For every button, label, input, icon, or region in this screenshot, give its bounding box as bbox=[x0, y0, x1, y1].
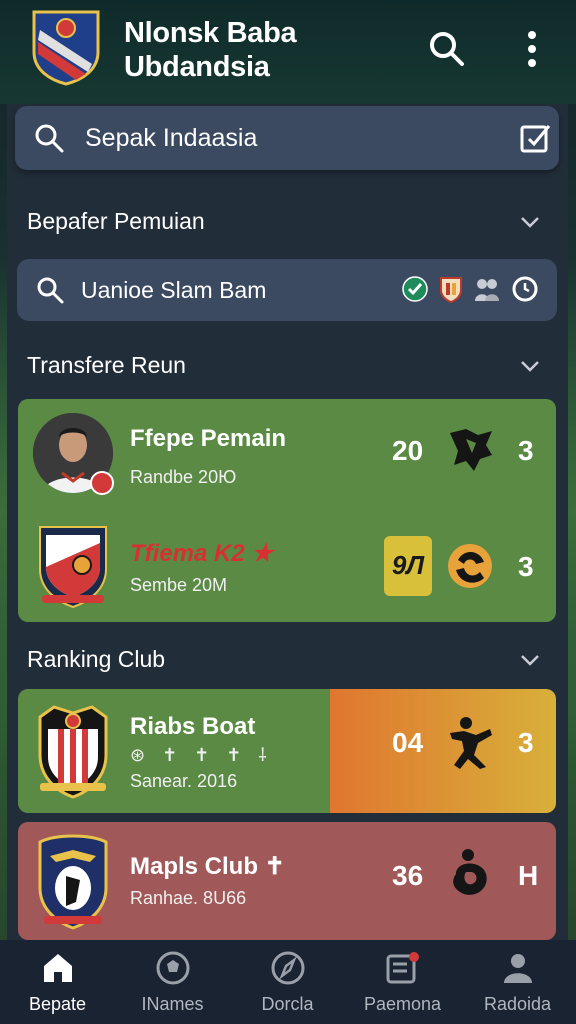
club-crest-icon bbox=[38, 705, 108, 799]
club-subtitle: Sanear. 2016 bbox=[130, 771, 238, 791]
news-icon bbox=[386, 952, 419, 984]
player-figure-icon bbox=[453, 849, 487, 895]
ranking-card[interactable]: Riabs Boat ⊛ ✝ ✝ ✝ ⸸ Sanear. 2016 04 3 bbox=[18, 689, 556, 813]
club-badge-label: 9Л bbox=[391, 550, 425, 580]
club-subtitle: Ranhae. 8U66 bbox=[130, 888, 247, 908]
app-title-line2: Ubdandsia bbox=[124, 51, 270, 83]
shield-badge-icon[interactable] bbox=[437, 275, 465, 303]
person-icon bbox=[504, 954, 532, 983]
orange-crest-icon bbox=[448, 544, 492, 588]
green-badge-icon[interactable] bbox=[401, 275, 429, 303]
chevron-down-icon[interactable] bbox=[518, 358, 542, 374]
player-rank-value: 3 bbox=[518, 435, 534, 466]
club-crest-icon[interactable] bbox=[36, 523, 110, 609]
club-stat-value: 04 bbox=[392, 727, 424, 758]
club-rank-value: 3 bbox=[518, 551, 534, 582]
transfer-card[interactable]: Ffepe Pemain Randbe 20Ю 20 3 Tfiema K2 ★… bbox=[18, 399, 556, 622]
edit-checkbox-icon[interactable] bbox=[519, 122, 551, 154]
search-bar[interactable]: Sepak Indaasia bbox=[15, 106, 559, 170]
section-title-ranking: Ranking Club bbox=[27, 646, 166, 672]
nav-item-dorcla[interactable]: Dorcla bbox=[230, 940, 345, 1024]
player-avatar[interactable] bbox=[32, 411, 114, 497]
club-marks: ⊛ ✝ ✝ ✝ ⸸ bbox=[130, 745, 273, 765]
app-title: Nlonsk Baba Ubdandsia bbox=[124, 16, 297, 84]
search-icon bbox=[37, 277, 64, 304]
nav-item-names[interactable]: INames bbox=[115, 940, 230, 1024]
clock-icon[interactable] bbox=[511, 275, 539, 303]
club-name[interactable]: Riabs Boat bbox=[130, 713, 255, 741]
player-name[interactable]: Ffepe Pemain bbox=[130, 425, 286, 453]
home-icon bbox=[44, 954, 72, 982]
club-subtitle: Sembe 20M bbox=[130, 575, 228, 595]
player-stat-value: 20 bbox=[392, 435, 424, 466]
player-subtitle: Randbe 20Ю bbox=[130, 467, 237, 487]
nav-item-radoida[interactable]: Radoida bbox=[460, 940, 575, 1024]
ranking-card[interactable]: Mapls Club ✝ Ranhae. 8U66 36 H bbox=[18, 822, 556, 940]
filter-input[interactable]: Uanioe Slam Bam bbox=[81, 277, 266, 304]
search-icon[interactable] bbox=[428, 30, 466, 68]
app-title-line1: Nlonsk Baba bbox=[124, 17, 297, 49]
search-input[interactable]: Sepak Indaasia bbox=[85, 124, 257, 153]
chevron-down-icon[interactable] bbox=[518, 652, 542, 668]
club-rank-value: 3 bbox=[518, 727, 534, 758]
filter-bar[interactable]: Uanioe Slam Bam bbox=[17, 259, 557, 321]
more-vertical-icon[interactable] bbox=[522, 28, 542, 70]
search-icon bbox=[35, 124, 64, 153]
club-rank-value: H bbox=[518, 860, 539, 891]
player-figure-icon bbox=[450, 717, 492, 769]
club-badge[interactable]: 9Л bbox=[384, 536, 432, 596]
nav-label: Paemona bbox=[363, 994, 442, 1014]
players-icon[interactable] bbox=[473, 275, 501, 303]
section-title-transfer-players: Bepafer Pemuian bbox=[27, 208, 205, 234]
nav-label: Dorcla bbox=[261, 994, 314, 1014]
nav-label: Radoida bbox=[483, 994, 552, 1014]
dragon-crest-icon bbox=[450, 429, 492, 471]
club-crest-icon bbox=[38, 834, 108, 930]
club-name[interactable]: Tfiema K2 ★ bbox=[130, 539, 273, 568]
club-name[interactable]: Mapls Club ✝ bbox=[130, 852, 285, 881]
nav-item-home[interactable]: Bepate bbox=[0, 940, 115, 1024]
nav-item-paemona[interactable]: Paemona bbox=[345, 940, 460, 1024]
bottom-nav: Bepate INames Dorcla Paemona Radoida bbox=[0, 940, 576, 1024]
club-stat-value: 36 bbox=[392, 860, 424, 891]
section-title-transfers: Transfere Reun bbox=[27, 352, 186, 378]
app-header: Nlonsk Baba Ubdandsia bbox=[0, 0, 576, 104]
ball-icon bbox=[156, 951, 190, 985]
chevron-down-icon[interactable] bbox=[518, 214, 542, 230]
compass-icon bbox=[271, 951, 305, 985]
nav-label: INames bbox=[141, 994, 204, 1014]
club-crest-icon bbox=[32, 10, 100, 86]
nav-label: Bepate bbox=[28, 994, 87, 1014]
